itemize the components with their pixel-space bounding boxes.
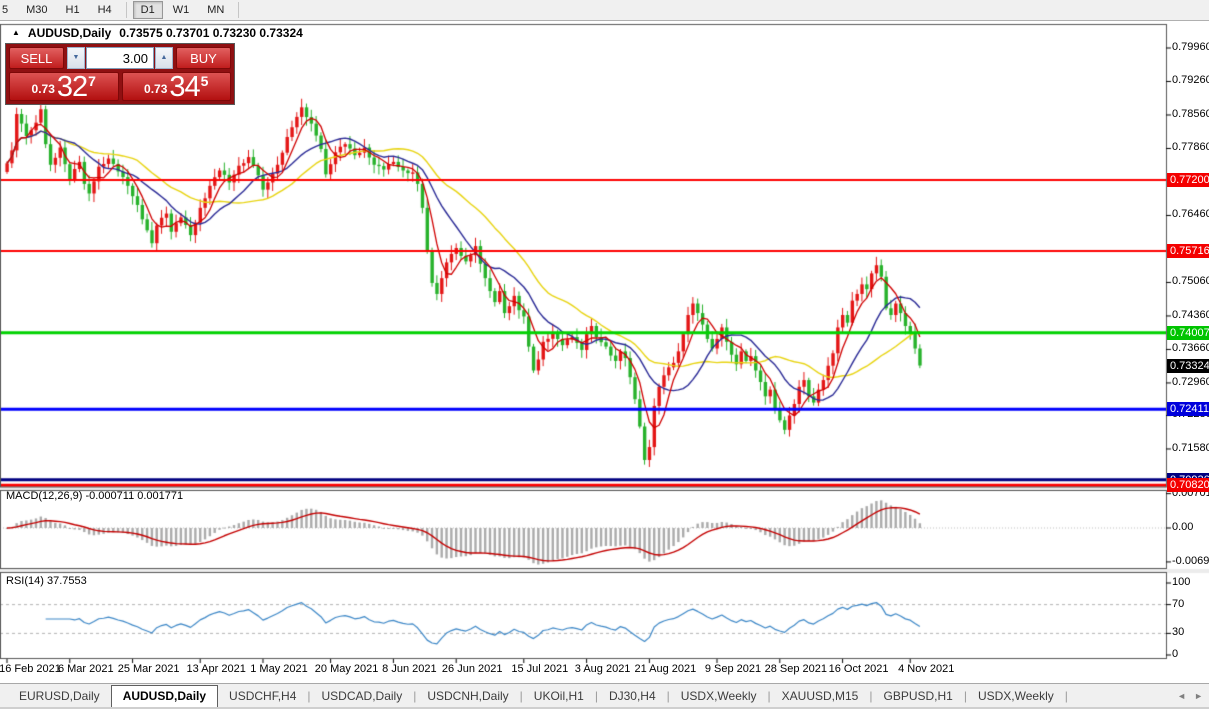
sell-button[interactable]: SELL [9,47,64,69]
price-tick-label: 0.74360 [1172,308,1209,321]
tab-scroll-right-icon[interactable]: ► [1194,691,1203,701]
buy-price-prefix: 0.73 [144,82,168,96]
date-tick-label: 13 Apr 2021 [186,663,246,675]
tab-xauusd-m15[interactable]: XAUUSD,M15 [771,685,870,707]
date-tick-label: 8 Jun 2021 [382,663,437,675]
date-tick-label: 26 Jun 2021 [441,663,503,675]
volume-spinner: ▼ ▲ [67,47,173,69]
tab-usdx-weekly[interactable]: USDX,Weekly [967,685,1065,707]
date-tick-label: 20 May 2021 [314,663,379,675]
chart-symbol-title: AUDUSD,Daily [27,26,112,40]
price-tick-label: 0.75060 [1172,275,1209,288]
timeframe-button-5[interactable]: 5 [0,1,16,19]
chart-canvas[interactable] [0,0,1209,709]
price-tick-label: 0.77860 [1172,141,1209,154]
date-tick-label: 9 Sep 2021 [704,663,762,675]
macd-axis-label: -0.006923 [1172,554,1209,567]
ohlc-readout: 0.73575 0.73701 0.73230 0.73324 [119,26,303,40]
tab-scroll-left-icon[interactable]: ◄ [1177,691,1186,701]
price-level-badge: 0.77200 [1167,173,1209,188]
price-tick-label: 0.79260 [1172,74,1209,87]
tab-scroll-arrows: ◄ ► [1177,691,1203,701]
collapse-trade-panel-icon[interactable]: ▲ [12,28,20,38]
tab-ukoil-h1[interactable]: UKOil,H1 [523,685,595,707]
trading-terminal-window: 5 M30 H1 H4 D1 W1 MN ▲ AUDUSD,Daily 0.73575 0.… [0,0,1209,709]
date-tick-label: 25 Mar 2021 [117,663,180,675]
price-tick-label: 0.78560 [1172,107,1209,120]
sell-price-big: 32 [56,71,88,103]
tab-usdx-weekly[interactable]: USDX,Weekly [670,685,768,707]
price-level-badge: 0.72411 [1167,402,1209,417]
date-tick-label: 15 Jul 2021 [511,663,569,675]
price-tick-label: 0.71580 [1172,441,1209,454]
rsi-axis-label: 30 [1172,626,1185,639]
macd-axis-label: 0.00 [1172,521,1194,533]
sell-price-pip: 7 [88,73,96,89]
tab-audusd-daily[interactable]: AUDUSD,Daily [110,684,219,708]
date-tick-label: 6 Mar 2021 [57,663,114,675]
date-tick-label: 4 Nov 2021 [898,663,955,675]
price-tick-label: 0.79960 [1172,41,1209,53]
chart-title-row: ▲ AUDUSD,Daily 0.73575 0.73701 0.73230 0… [12,26,303,40]
sell-price-box[interactable]: 0.73 32 7 [9,71,119,103]
sell-price-prefix: 0.73 [31,82,55,96]
price-level-badge: 0.75716 [1167,244,1209,259]
timeframe-button-m30[interactable]: M30 [18,1,55,19]
price-tick-label: 0.76460 [1172,208,1209,221]
timeframe-button-h1[interactable]: H1 [58,1,88,19]
date-tick-label: 28 Sep 2021 [764,663,827,675]
macd-panel-label: MACD(12,26,9) -0.000711 0.001771 [6,490,184,502]
rsi-axis-label: 0 [1172,648,1179,660]
date-tick-label: 21 Aug 2021 [634,663,697,675]
tab-usdcad-daily[interactable]: USDCAD,Daily [311,685,414,707]
buy-price-big: 34 [169,71,200,103]
one-click-trading-panel: SELL ▼ ▲ BUY 0.73 32 7 0.73 34 5 [5,43,235,105]
tab-usdchf-h4[interactable]: USDCHF,H4 [218,685,307,707]
toolbar-separator [238,2,240,18]
date-tick-label: 3 Aug 2021 [574,663,631,675]
rsi-panel-label: RSI(14) 37.7553 [6,575,87,587]
volume-increase-button[interactable]: ▲ [155,47,173,69]
buy-price-pip: 5 [200,73,209,89]
tab-usdcnh-daily[interactable]: USDCNH,Daily [416,685,519,707]
price-tick-label: 0.72960 [1172,375,1209,388]
tab-separator: | [1064,688,1068,703]
price-level-badge: 0.74007 [1167,325,1209,340]
rsi-axis-label: 70 [1172,597,1185,610]
volume-decrease-button[interactable]: ▼ [67,47,85,69]
tab-eurusd-daily[interactable]: EURUSD,Daily [8,685,111,707]
date-tick-label: 16 Oct 2021 [828,663,889,675]
timeframe-button-w1[interactable]: W1 [165,1,198,19]
volume-input[interactable] [86,47,154,69]
rsi-axis-label: 100 [1172,576,1191,588]
price-level-badge: 0.70820 [1167,478,1209,493]
timeframe-button-h4[interactable]: H4 [90,1,120,19]
timeframe-button-d1[interactable]: D1 [132,1,163,19]
symbol-tab-bar: EURUSD,Daily AUDUSD,Daily USDCHF,H4 | USDCAD… [0,683,1209,708]
timeframe-toolbar: 5 M30 H1 H4 D1 W1 MN [0,0,1209,21]
price-tick-label: 0.73660 [1172,342,1209,355]
date-tick-label: 1 May 2021 [250,663,308,675]
tab-dj30-h4[interactable]: DJ30,H4 [598,685,667,707]
current-price-badge: 0.73324 [1167,358,1209,373]
timeframe-button-mn[interactable]: MN [199,1,232,19]
toolbar-separator [125,2,127,18]
buy-price-box[interactable]: 0.73 34 5 [121,71,231,103]
date-tick-label: 16 Feb 2021 [0,663,61,675]
buy-button[interactable]: BUY [176,47,231,69]
tab-gbpusd-h1[interactable]: GBPUSD,H1 [872,685,963,707]
